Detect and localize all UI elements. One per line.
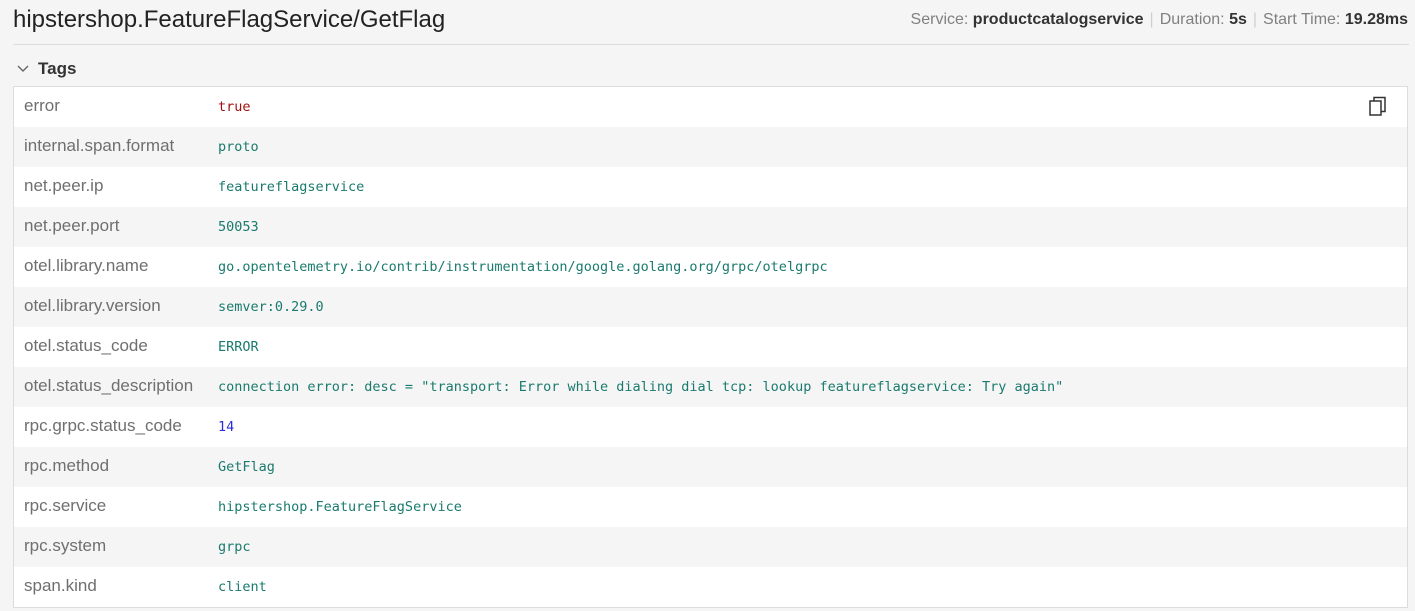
tag-value: 14: [218, 419, 235, 435]
tag-key: span.kind: [24, 575, 97, 595]
tag-key: net.peer.ip: [24, 175, 104, 195]
start-time-label: Start Time:: [1263, 11, 1341, 28]
tag-row: rpc.method GetFlag: [14, 447, 1407, 487]
tag-value: client: [218, 579, 267, 595]
tag-key: rpc.method: [24, 455, 110, 475]
span-title: hipstershop.FeatureFlagService/GetFlag: [13, 6, 446, 33]
service-value: productcatalogservice: [972, 11, 1144, 28]
tag-value: 50053: [218, 219, 259, 235]
tag-row: otel.library.version semver:0.29.0: [14, 287, 1407, 327]
tag-key: rpc.grpc.status_code: [24, 415, 182, 435]
duration-value: 5s: [1229, 11, 1247, 28]
tags-toggle[interactable]: Tags: [16, 58, 76, 80]
tag-value: true: [218, 99, 251, 115]
tag-key: otel.library.version: [24, 295, 161, 315]
tag-value: grpc: [218, 539, 251, 555]
tag-row: internal.span.format proto: [14, 127, 1407, 167]
tag-value: connection error: desc = "transport: Err…: [218, 379, 1064, 395]
span-detail-page: hipstershop.FeatureFlagService/GetFlag S…: [0, 0, 1415, 611]
tag-value: hipstershop.FeatureFlagService: [218, 499, 462, 515]
meta-divider: |: [1252, 11, 1258, 28]
tag-row: net.peer.port 50053: [14, 207, 1407, 247]
tag-key: net.peer.port: [24, 215, 120, 235]
tag-row: net.peer.ip featureflagservice: [14, 167, 1407, 207]
tag-row: rpc.grpc.status_code 14: [14, 407, 1407, 447]
tag-row: otel.status_code ERROR: [14, 327, 1407, 367]
tag-row: otel.status_description connection error:…: [14, 367, 1407, 407]
start-time-value: 19.28ms: [1344, 11, 1408, 28]
tag-key: otel.status_code: [24, 335, 148, 355]
duration-label: Duration:: [1159, 11, 1225, 28]
tag-key: otel.library.name: [24, 255, 149, 275]
tag-key: error: [24, 95, 60, 115]
tag-key: otel.status_description: [24, 375, 194, 395]
tags-label: Tags: [38, 59, 77, 78]
tag-value: ERROR: [218, 339, 259, 355]
tag-value: GetFlag: [218, 459, 275, 475]
tag-value: featureflagservice: [218, 179, 365, 195]
tag-row: error true: [14, 87, 1407, 127]
service-label: Service:: [910, 11, 969, 28]
span-meta: Service: productcatalogservice | Duration:…: [911, 10, 1408, 30]
tag-row: otel.library.name go.opentelemetry.io/con…: [14, 247, 1407, 287]
chevron-down-icon: [16, 62, 30, 76]
tag-value: semver:0.29.0: [218, 299, 324, 315]
tag-row: span.kind client: [14, 567, 1407, 607]
tag-key: rpc.service: [24, 495, 107, 515]
tag-value: go.opentelemetry.io/contrib/instrumentat…: [218, 259, 828, 275]
tag-row: rpc.system grpc: [14, 527, 1407, 567]
tag-key: internal.span.format: [24, 135, 175, 155]
tag-row: rpc.service hipstershop.FeatureFlagServic…: [14, 487, 1407, 527]
copy-icon[interactable]: [1369, 96, 1387, 117]
span-header: hipstershop.FeatureFlagService/GetFlag S…: [13, 0, 1409, 45]
meta-divider: |: [1149, 11, 1154, 28]
tag-value: proto: [218, 139, 259, 155]
tags-table: error true internal.span.format proto net.pe…: [13, 86, 1408, 608]
tag-key: rpc.system: [24, 535, 107, 555]
